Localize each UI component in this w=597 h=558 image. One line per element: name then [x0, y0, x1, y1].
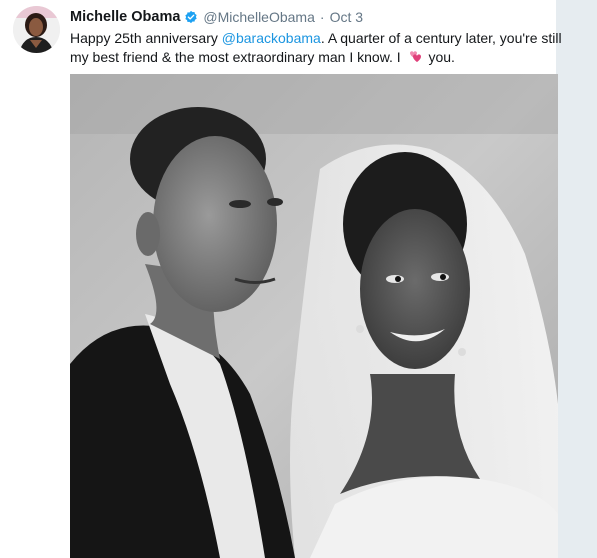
page-background-edge [556, 0, 597, 558]
two-hearts-icon [407, 49, 423, 65]
avatar[interactable] [13, 6, 60, 53]
mention-link[interactable]: @barackobama [222, 30, 321, 46]
user-handle[interactable]: @MichelleObama [203, 9, 314, 25]
tweet-date[interactable]: Oct 3 [330, 9, 363, 25]
avatar-image [13, 6, 60, 53]
tweet[interactable]: Michelle Obama @MichelleObama · Oct 3 Ha… [0, 0, 597, 558]
header-separator: · [319, 9, 325, 25]
wedding-photo-image [70, 74, 558, 558]
tweet-text-start: Happy 25th anniversary [70, 30, 222, 46]
tweet-photo[interactable] [70, 74, 558, 558]
tweet-text: Happy 25th anniversary @barackobama. A q… [70, 29, 580, 67]
tweet-header: Michelle Obama @MichelleObama · Oct 3 [70, 7, 363, 27]
display-name[interactable]: Michelle Obama [70, 9, 180, 25]
verified-badge-icon [184, 10, 198, 24]
tweet-text-end: you. [424, 49, 455, 65]
